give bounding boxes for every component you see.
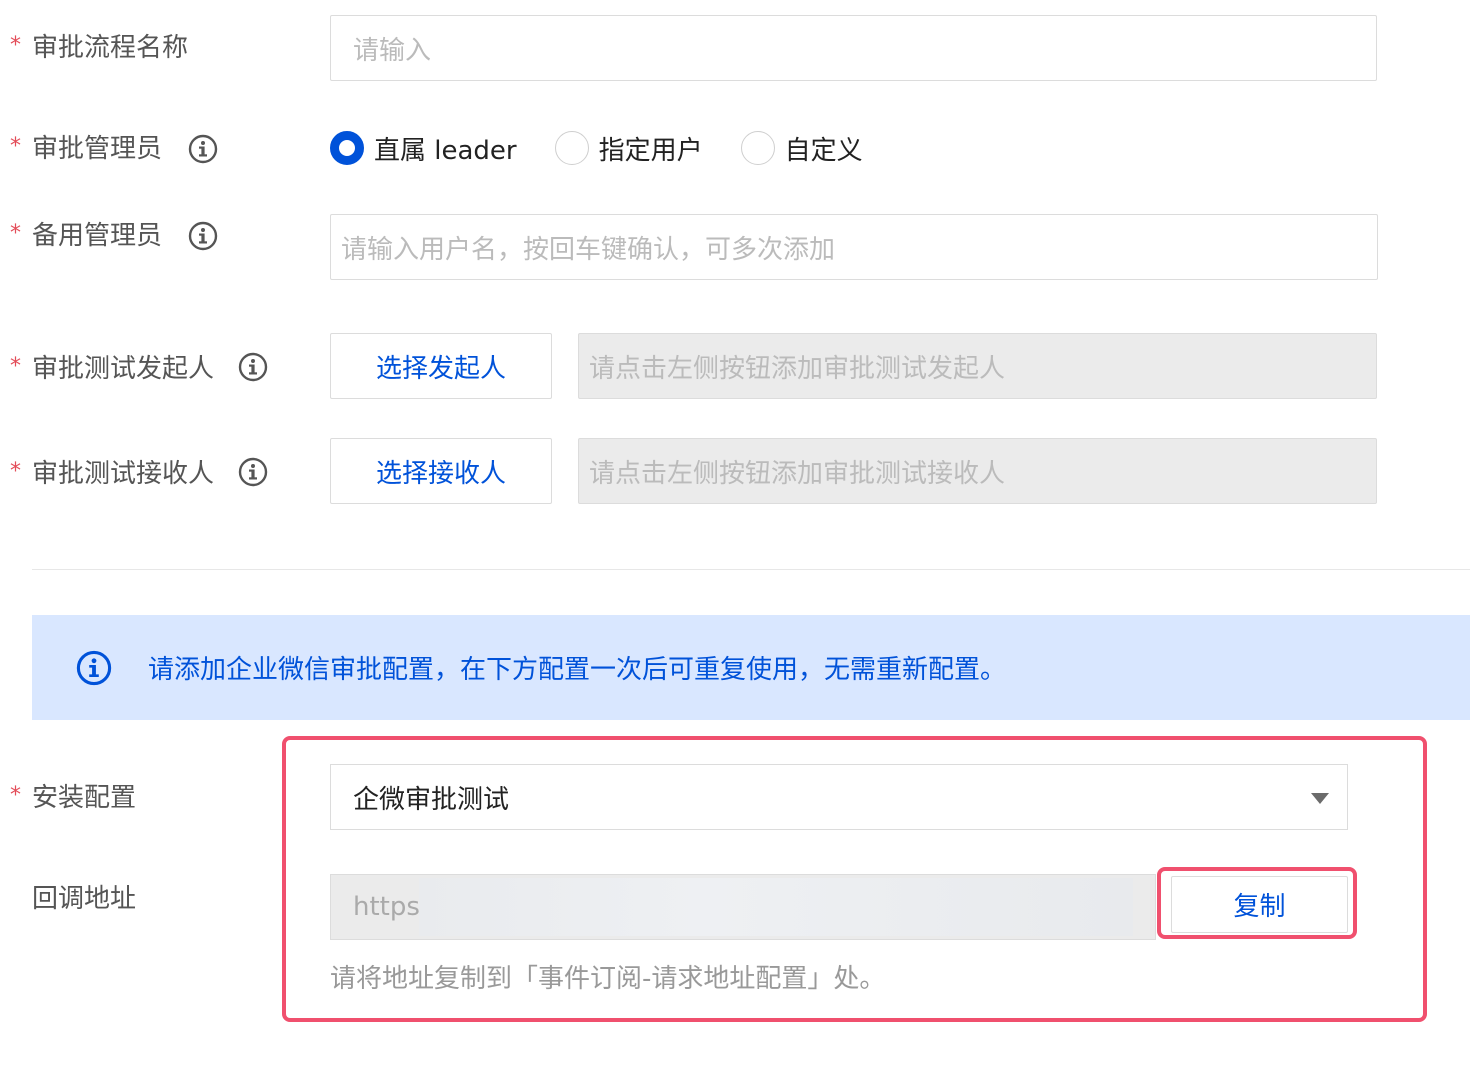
required-mark: * [10, 220, 21, 246]
required-mark: * [10, 353, 21, 379]
radio-checked-icon [330, 131, 364, 165]
info-circle-icon[interactable] [188, 134, 218, 164]
radio-direct-leader[interactable]: 直属 leader [330, 130, 517, 167]
radio-specified-user[interactable]: 指定用户 [554, 130, 703, 167]
install-config-value: 企微审批测试 [353, 784, 510, 815]
required-mark: * [10, 458, 21, 484]
info-circle-icon[interactable] [188, 221, 218, 251]
radio-unchecked-icon [554, 131, 589, 165]
required-mark: * [10, 782, 21, 808]
info-circle-icon [76, 650, 112, 685]
receiver-placeholder: 请点击左侧按钮添加审批测试接收人 [589, 458, 1006, 489]
notice-banner: 请添加企业微信审批配置，在下方配置一次后可重复使用，无需重新配置。 [32, 615, 1470, 720]
required-mark: * [10, 32, 21, 58]
copy-button[interactable]: 复制 [1171, 876, 1348, 933]
flow-name-input[interactable]: 请输入 [330, 15, 1377, 81]
required-mark: * [10, 133, 21, 159]
test-receiver-label: * 审批测试接收人 [10, 458, 215, 489]
initiator-placeholder: 请点击左侧按钮添加审批测试发起人 [589, 353, 1006, 384]
callback-url-label: 回调地址 [32, 883, 137, 914]
caret-down-icon [1311, 793, 1329, 804]
radio-unchecked-icon [740, 131, 775, 165]
notice-text: 请添加企业微信审批配置，在下方配置一次后可重复使用，无需重新配置。 [148, 655, 1007, 685]
install-config-select[interactable]: 企微审批测试 [330, 764, 1348, 830]
admin-radio-group: 直属 leader 指定用户 自定义 [330, 126, 901, 170]
flow-name-label: * 审批流程名称 [10, 32, 189, 63]
select-receiver-button[interactable]: 选择接收人 [330, 438, 552, 504]
radio-custom[interactable]: 自定义 [740, 130, 863, 167]
backup-admin-placeholder: 请输入用户名，按回车键确认，可多次添加 [341, 234, 836, 265]
install-config-label: * 安装配置 [10, 782, 137, 813]
initiator-display-field: 请点击左侧按钮添加审批测试发起人 [578, 333, 1377, 399]
info-circle-icon[interactable] [238, 457, 268, 487]
admin-label: * 审批管理员 [10, 133, 163, 164]
test-initiator-label: * 审批测试发起人 [10, 353, 215, 384]
url-redaction [419, 878, 1133, 936]
receiver-display-field: 请点击左侧按钮添加审批测试接收人 [578, 438, 1377, 504]
info-circle-icon[interactable] [238, 352, 268, 382]
backup-admin-input[interactable]: 请输入用户名，按回车键确认，可多次添加 [330, 214, 1378, 280]
callback-hint: 请将地址复制到「事件订阅-请求地址配置」处。 [330, 964, 886, 994]
callback-url-field[interactable]: https: [330, 874, 1156, 940]
flow-name-placeholder: 请输入 [353, 35, 432, 66]
select-initiator-button[interactable]: 选择发起人 [330, 333, 552, 399]
section-divider [32, 569, 1470, 570]
callback-url-value: https: [353, 892, 429, 922]
backup-admin-label: * 备用管理员 [10, 220, 163, 251]
